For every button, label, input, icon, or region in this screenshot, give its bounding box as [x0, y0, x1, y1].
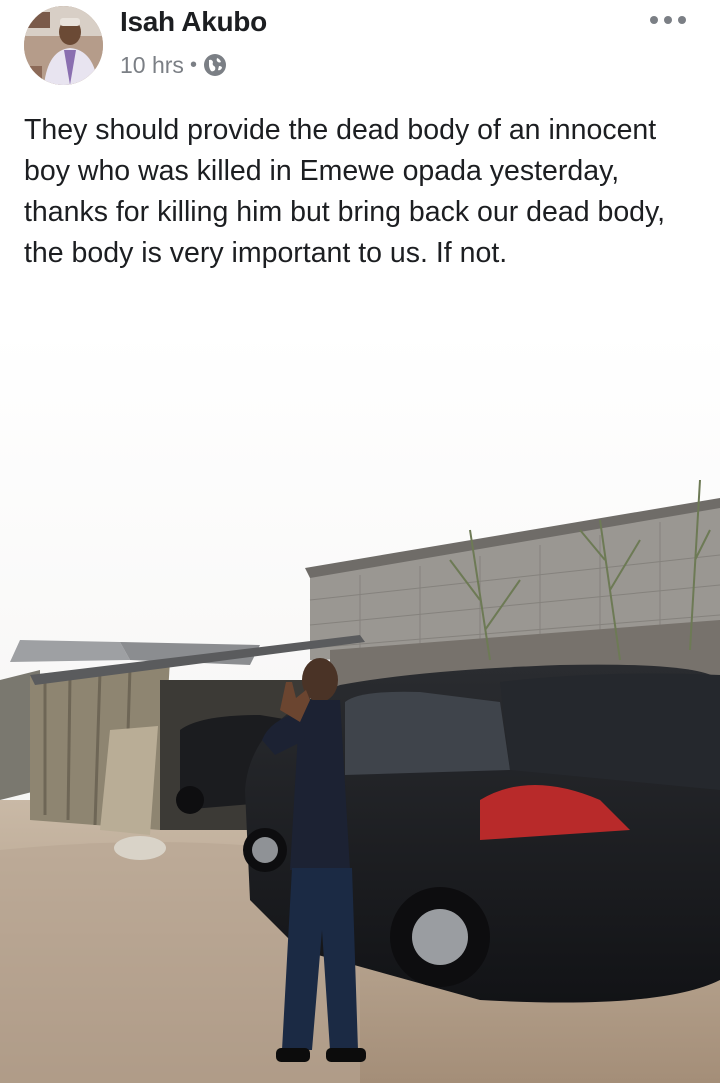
more-dot: [650, 16, 658, 24]
more-dot: [664, 16, 672, 24]
post-timestamp[interactable]: 10 hrs: [120, 52, 184, 79]
meta-separator: •: [189, 53, 197, 76]
post-meta: 10 hrs •: [120, 50, 227, 80]
author-avatar[interactable]: [24, 6, 103, 85]
post-header: Isah Akubo 10 hrs •: [0, 0, 720, 100]
photo-scene: [0, 330, 720, 1083]
avatar-image: [24, 6, 103, 85]
more-options-icon[interactable]: [650, 10, 686, 30]
more-dot: [678, 16, 686, 24]
globe-icon: [203, 53, 227, 77]
post-photo[interactable]: [0, 330, 720, 1083]
post-text: They should provide the dead body of an …: [24, 114, 666, 269]
author-name[interactable]: Isah Akubo: [120, 6, 267, 38]
